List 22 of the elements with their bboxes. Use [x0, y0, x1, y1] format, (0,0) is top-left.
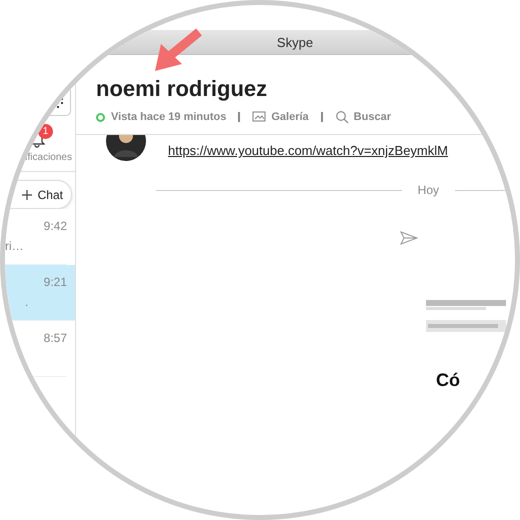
notifications-label[interactable]: ificaciones — [25, 152, 72, 163]
send-icon[interactable] — [400, 231, 418, 245]
chat-time: 9:42 — [44, 219, 67, 233]
chat-item[interactable]: 9:42 ri… — [5, 209, 67, 265]
arrow-annotation — [153, 27, 203, 73]
window-title: Skype — [276, 34, 314, 50]
plus-icon — [22, 190, 32, 200]
preview-heading: Có — [436, 370, 461, 391]
chat-preview: . — [25, 295, 28, 309]
chat-item[interactable]: 9:21 . — [5, 265, 75, 321]
message-link[interactable]: https://www.youtube.com/watch?v=xnjzBeymklM — [168, 143, 448, 161]
date-label: Hoy — [418, 183, 439, 197]
gallery-button[interactable]: Galería — [252, 110, 309, 124]
gallery-icon — [252, 110, 266, 124]
last-seen-text: Vista hace 19 minutos — [111, 111, 226, 123]
search-icon — [334, 110, 349, 124]
search-button[interactable]: Buscar — [334, 110, 391, 124]
chat-time: 8:57 — [44, 331, 67, 345]
chat-preview: ri… — [5, 239, 24, 253]
contact-name: noemi rodriguez — [96, 76, 268, 102]
chat-time: 9:21 — [44, 275, 67, 289]
notification-badge: 1 — [38, 124, 53, 139]
